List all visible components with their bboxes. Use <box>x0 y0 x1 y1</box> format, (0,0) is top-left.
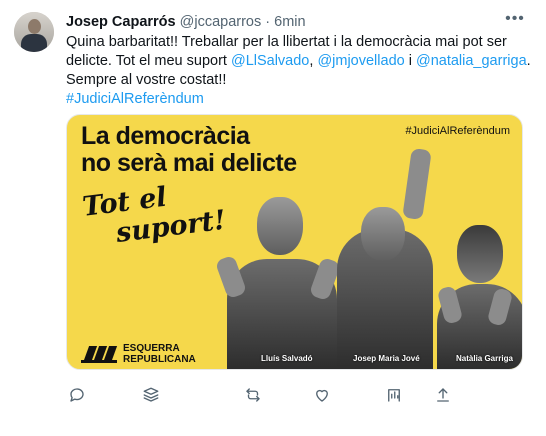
author-handle[interactable]: @jccaparros <box>180 14 262 30</box>
text-separator: i <box>404 53 416 69</box>
person-caption: Lluís Salvadó <box>261 354 313 363</box>
person-caption: Josep Maria Jové <box>353 354 420 363</box>
mention-link[interactable]: @natalia_garriga <box>416 53 527 69</box>
tweet-text: Quina barbaritat!! Treballar per la llib… <box>66 33 532 109</box>
person-caption: Natàlia Garriga <box>456 354 513 363</box>
tweet-image[interactable]: La democràcia no serà mai delicte #Judic… <box>66 114 523 370</box>
avatar[interactable] <box>14 12 54 52</box>
hashtag-link[interactable]: #JudiciAlReferèndum <box>66 91 204 107</box>
author-name[interactable]: Josep Caparrós <box>66 14 176 30</box>
views-icon[interactable] <box>142 386 162 406</box>
action-bar <box>66 386 523 406</box>
party-logo-icon <box>81 343 118 363</box>
headline-line: no serà mai delicte <box>81 149 297 177</box>
separator: · <box>265 14 271 30</box>
image-hashtag: #JudiciAlReferèndum <box>405 125 510 137</box>
person-photo <box>214 189 342 369</box>
retweet-icon[interactable] <box>244 386 264 406</box>
mention-link[interactable]: @jmjovellado <box>317 53 404 69</box>
person-photo <box>331 147 441 369</box>
image-support-text: Tot el suport! <box>81 176 228 253</box>
more-options-icon[interactable]: ••• <box>505 11 525 32</box>
reply-icon[interactable] <box>68 386 88 406</box>
share-icon[interactable] <box>434 386 454 406</box>
person-photo <box>433 219 522 369</box>
bookmark-icon[interactable] <box>385 386 405 406</box>
headline-line: La democràcia <box>81 122 250 150</box>
party-line: REPUBLICANA <box>123 354 196 365</box>
like-icon[interactable] <box>313 386 333 406</box>
tweet-header: Josep Caparrós @jccaparros · 6min <box>66 12 306 32</box>
party-name: ESQUERRA REPUBLICANA <box>123 343 196 365</box>
timestamp[interactable]: 6min <box>274 14 305 30</box>
image-headline: La democràcia no serà mai delicte <box>81 123 297 177</box>
mention-link[interactable]: @LlSalvado <box>231 53 309 69</box>
tweet: Josep Caparrós @jccaparros · 6min ••• Qu… <box>0 0 546 436</box>
party-line: ESQUERRA <box>123 343 180 354</box>
